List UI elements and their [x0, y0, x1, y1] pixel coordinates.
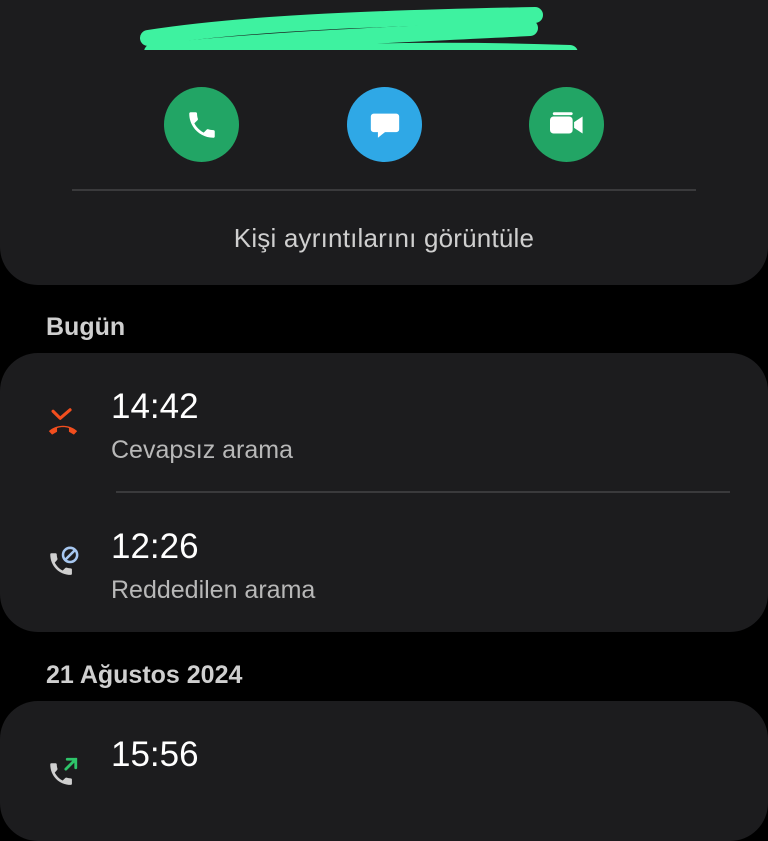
message-button[interactable] — [347, 87, 422, 162]
video-call-button[interactable] — [529, 87, 604, 162]
call-log-entry[interactable]: 15:56 — [0, 701, 768, 841]
missed-call-icon — [48, 408, 78, 435]
call-type: Reddedilen arama — [111, 576, 316, 604]
call-time: 12:26 — [111, 527, 199, 566]
call-log-entry[interactable]: 14:42 Cevapsız arama — [0, 353, 768, 493]
call-log-card-date: 15:56 — [0, 701, 768, 841]
card-divider — [72, 189, 696, 191]
call-log-card-today: 14:42 Cevapsız arama 12:26 Reddedilen ar… — [0, 353, 768, 632]
chat-bubble-icon — [370, 113, 399, 138]
redaction-scribble — [140, 7, 578, 50]
call-button[interactable] — [164, 87, 239, 162]
rejected-call-icon — [50, 546, 79, 575]
call-type: Cevapsız arama — [111, 436, 294, 464]
call-time: 15:56 — [111, 735, 199, 774]
outgoing-call-icon — [50, 757, 78, 785]
call-time: 14:42 — [111, 387, 199, 426]
video-camera-icon — [549, 111, 583, 133]
view-contact-details-link[interactable]: Kişi ayrıntılarını görüntüle — [0, 223, 768, 254]
call-log-entry[interactable]: 12:26 Reddedilen arama — [0, 493, 768, 632]
section-label-date: 21 Ağustos 2024 — [46, 661, 243, 689]
phone-icon — [188, 111, 215, 138]
contact-card: Kişi ayrıntılarını görüntüle — [0, 0, 768, 285]
section-label-today: Bugün — [46, 313, 126, 341]
